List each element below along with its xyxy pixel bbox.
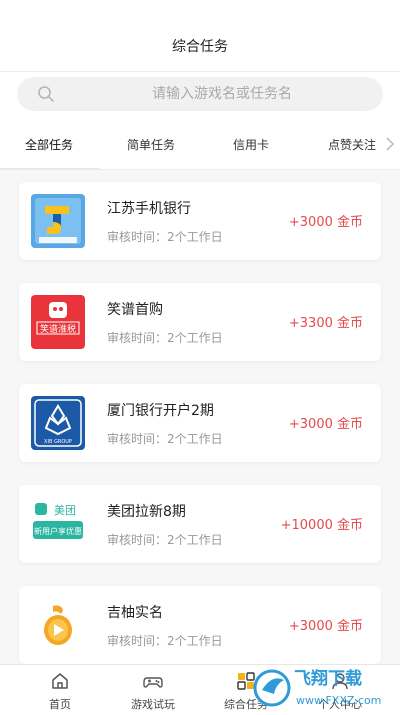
nav-game-trial[interactable]: 游戏试玩 bbox=[103, 665, 203, 715]
nav-home[interactable]: 首页 bbox=[10, 665, 110, 715]
task-name: 美团拉新8期 bbox=[107, 504, 186, 520]
tab-like-follow[interactable]: 点赞关注 bbox=[328, 136, 376, 153]
svg-text:XIB GROUP: XIB GROUP bbox=[44, 439, 72, 445]
task-reward: +3000 金币 bbox=[288, 417, 363, 432]
task-name: 厦门银行开户2期 bbox=[107, 403, 214, 419]
task-name: 吉柚实名 bbox=[107, 605, 163, 621]
task-review-time: 审核时间：2个工作日 bbox=[107, 230, 223, 244]
search-input[interactable] bbox=[77, 77, 367, 111]
task-review-time: 审核时间：2个工作日 bbox=[107, 432, 223, 446]
search-bar[interactable] bbox=[17, 77, 383, 111]
search-icon[interactable] bbox=[37, 85, 55, 103]
task-card[interactable]: 吉柚实名 审核时间：2个工作日 +3000 金币 bbox=[19, 586, 381, 664]
task-card[interactable]: 美团 新用户享优惠 美团拉新8期 审核时间：2个工作日 +10000 金币 bbox=[19, 485, 381, 563]
xiamen-bank-logo-icon: XIB GROUP bbox=[31, 396, 85, 450]
svg-text:飞翔下载: 飞翔下载 bbox=[294, 668, 362, 689]
search-bar-container bbox=[0, 72, 400, 124]
svg-text:美团: 美团 bbox=[54, 504, 76, 517]
page-title: 综合任务 bbox=[172, 39, 228, 55]
task-reward: +3300 金币 bbox=[288, 316, 363, 331]
task-reward: +3000 金币 bbox=[288, 619, 363, 634]
task-review-time: 审核时间：2个工作日 bbox=[107, 533, 223, 547]
xiaopu-logo-icon: 笑谱淮税 bbox=[31, 295, 85, 349]
home-icon bbox=[52, 673, 68, 689]
task-review-time: 审核时间：2个工作日 bbox=[107, 331, 223, 345]
svg-text:笑谱淮税: 笑谱淮税 bbox=[40, 323, 76, 335]
task-name: 笑谱首购 bbox=[107, 302, 163, 318]
task-reward: +10000 金币 bbox=[280, 518, 363, 533]
task-card[interactable]: XIB GROUP 厦门银行开户2期 审核时间：2个工作日 +3000 金币 bbox=[19, 384, 381, 462]
svg-text:新用户享优惠: 新用户享优惠 bbox=[34, 526, 82, 536]
task-tabs: 全部任务 简单任务 信用卡 点赞关注 bbox=[0, 124, 400, 170]
task-name: 江苏手机银行 bbox=[107, 201, 191, 217]
task-review-time: 审核时间：2个工作日 bbox=[107, 634, 223, 648]
nav-label: 首页 bbox=[49, 698, 71, 711]
nav-label: 游戏试玩 bbox=[131, 698, 175, 711]
header: 综合任务 bbox=[0, 0, 400, 72]
tab-credit-card[interactable]: 信用卡 bbox=[233, 136, 269, 153]
task-card[interactable]: 江苏手机银行 审核时间：2个工作日 +3000 金币 bbox=[19, 182, 381, 260]
task-card[interactable]: 笑谱淮税 笑谱首购 审核时间：2个工作日 +3300 金币 bbox=[19, 283, 381, 361]
svg-text:www.FXXZ.com: www.FXXZ.com bbox=[296, 694, 381, 707]
active-tab-indicator bbox=[0, 168, 100, 170]
meituan-logo-icon: 美团 新用户享优惠 bbox=[31, 497, 85, 551]
gamepad-icon bbox=[143, 677, 163, 688]
chevron-right-icon[interactable] bbox=[384, 134, 396, 154]
tab-all-tasks[interactable]: 全部任务 bbox=[25, 136, 73, 153]
task-reward: +3000 金币 bbox=[288, 215, 363, 230]
jiangsu-bank-logo-icon bbox=[31, 194, 85, 248]
watermark-logo: 飞翔下载 www.FXXZ.com bbox=[253, 668, 381, 707]
jiyou-logo-icon bbox=[31, 598, 85, 652]
tab-simple-tasks[interactable]: 简单任务 bbox=[127, 136, 175, 153]
